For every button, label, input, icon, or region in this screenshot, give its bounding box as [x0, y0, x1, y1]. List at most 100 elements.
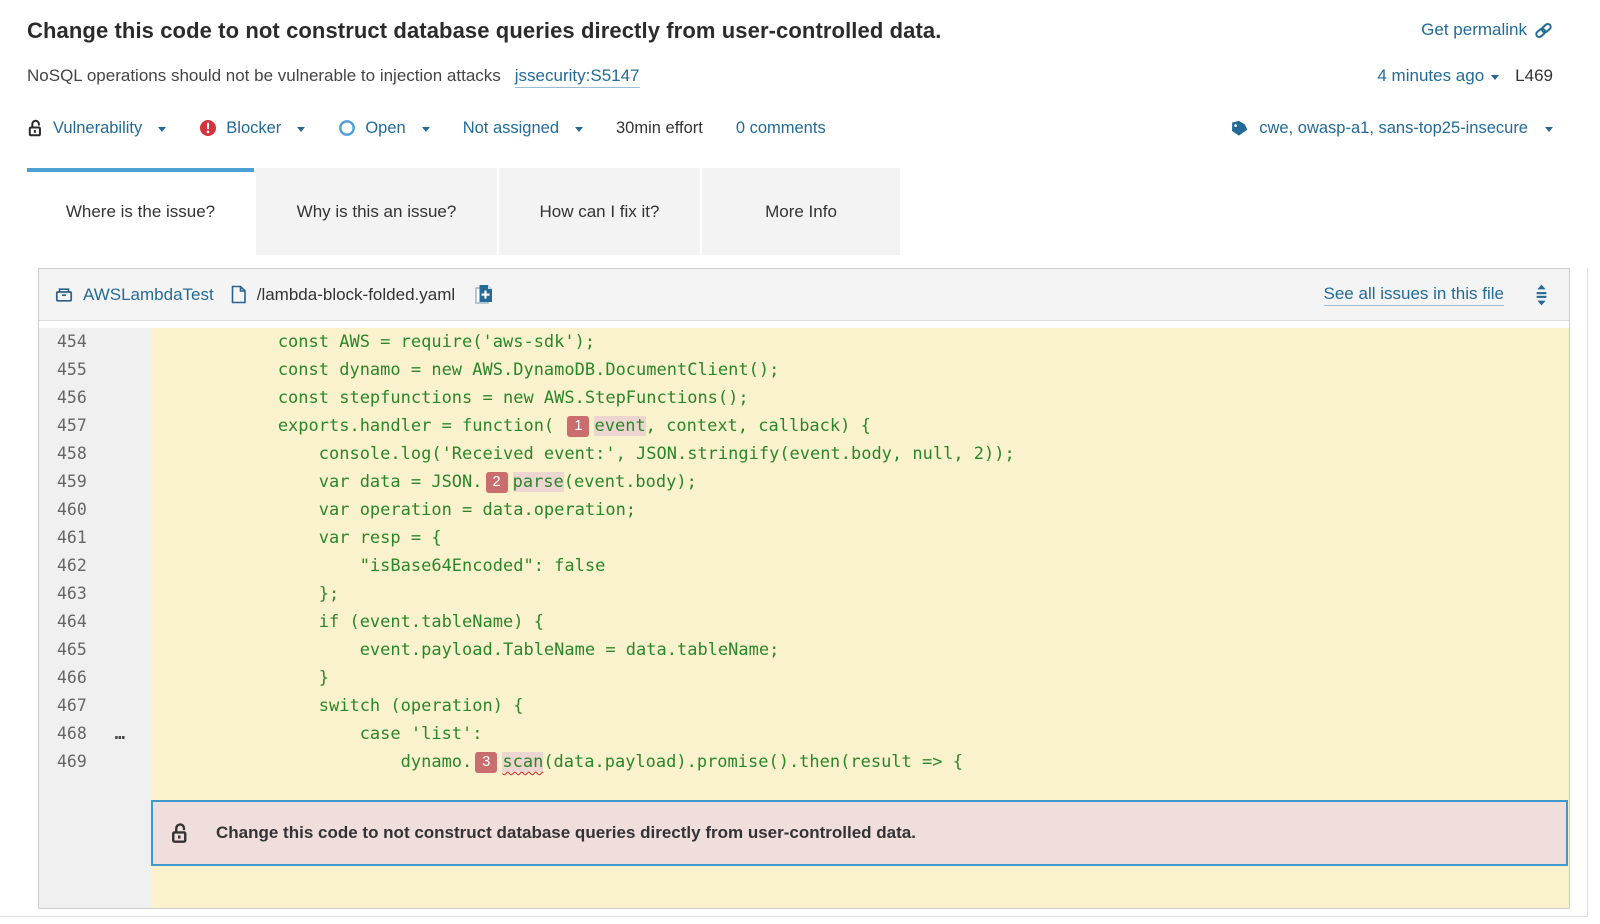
code-content: var resp = { [151, 524, 1569, 552]
code-content: }; [151, 580, 1569, 608]
issue-age-dropdown[interactable]: 4 minutes ago [1377, 66, 1499, 86]
file-path: /lambda-block-folded.yaml [257, 285, 455, 305]
tab-why-is-this-an-issue[interactable]: Why is this an issue? [256, 168, 497, 255]
code-text: dynamo. [155, 752, 472, 772]
line-number[interactable]: 463 [39, 580, 151, 608]
issue-tags-dropdown[interactable]: cwe, owasp-a1, sans-top25-insecure [1230, 119, 1553, 138]
code-viewer: 454 const AWS = require('aws-sdk');455 c… [39, 321, 1569, 908]
chevron-down-icon [158, 127, 166, 136]
code-content: switch (operation) { [151, 692, 1569, 720]
issue-status-dropdown[interactable]: Open [338, 119, 429, 138]
tab-more-info[interactable]: More Info [702, 168, 900, 255]
get-permalink-link[interactable]: Get permalink [1421, 20, 1553, 40]
line-number[interactable]: 461 [39, 524, 151, 552]
file-header-bar: AWSLambdaTest /lambda-block-folded.yaml [39, 269, 1569, 321]
line-number[interactable]: 460 [39, 496, 151, 524]
issue-location-marker[interactable]: 3 [475, 752, 497, 773]
issue-subheader: NoSQL operations should not be vulnerabl… [27, 66, 1553, 88]
line-number[interactable]: 456 [39, 384, 151, 412]
code-content: const dynamo = new AWS.DynamoDB.Document… [151, 356, 1569, 384]
issue-line-reference: L469 [1515, 66, 1553, 86]
issue-message-box[interactable]: Change this code to not construct databa… [151, 800, 1568, 866]
line-number[interactable]: 468… [39, 720, 151, 748]
issue-assignee-label: Not assigned [463, 119, 559, 138]
issue-comments-label: 0 comments [736, 119, 826, 138]
code-tail: Change this code to not construct databa… [39, 776, 1569, 908]
code-line: 460 var operation = data.operation; [39, 496, 1569, 524]
line-number[interactable]: 467 [39, 692, 151, 720]
rule-description: NoSQL operations should not be vulnerabl… [27, 66, 501, 86]
issue-age-label: 4 minutes ago [1377, 66, 1484, 86]
blocker-severity-icon [199, 119, 217, 137]
issue-status-label: Open [365, 119, 405, 138]
line-number[interactable]: 457 [39, 412, 151, 440]
code-text: const stepfunctions = new AWS.StepFuncti… [155, 388, 749, 408]
gutter-tail [39, 776, 151, 908]
vulnerability-lock-icon [170, 822, 190, 844]
rule-key-link[interactable]: jssecurity:S5147 [515, 66, 640, 88]
code-lines: 454 const AWS = require('aws-sdk');455 c… [39, 328, 1569, 776]
code-content: case 'list': [151, 720, 1569, 748]
code-content: var operation = data.operation; [151, 496, 1569, 524]
line-number[interactable]: 469 [39, 748, 151, 776]
code-line: 457 exports.handler = function( 1event, … [39, 412, 1569, 440]
issue-message-text: Change this code to not construct databa… [216, 823, 916, 843]
project-link[interactable]: AWSLambdaTest [83, 285, 214, 305]
issue-type-dropdown[interactable]: Vulnerability [27, 119, 166, 138]
issue-severity-label: Blocker [226, 119, 281, 138]
code-text: case 'list': [155, 724, 483, 744]
code-content: if (event.tableName) { [151, 608, 1569, 636]
line-number[interactable]: 459 [39, 468, 151, 496]
line-number[interactable]: 464 [39, 608, 151, 636]
code-text: (event.body); [564, 472, 697, 492]
code-text: }; [155, 584, 339, 604]
issue-comments-link[interactable]: 0 comments [736, 119, 826, 138]
code-tail-area: Change this code to not construct databa… [151, 776, 1569, 908]
line-number[interactable]: 455 [39, 356, 151, 384]
code-content: console.log('Received event:', JSON.stri… [151, 440, 1569, 468]
issue-location-highlight: parse [513, 472, 564, 492]
code-content: const AWS = require('aws-sdk'); [151, 328, 1569, 356]
chevron-down-icon [422, 127, 430, 136]
issue-location-marker[interactable]: 2 [486, 472, 508, 493]
code-text: console.log('Received event:', JSON.stri… [155, 444, 1015, 464]
project-icon [55, 286, 73, 304]
code-text: } [155, 668, 329, 688]
code-content: dynamo.3scan(data.payload).promise().the… [151, 748, 1569, 776]
issue-meta-bar: Vulnerability Blocker [27, 113, 1553, 143]
line-number[interactable]: 465 [39, 636, 151, 664]
tag-icon [1230, 120, 1249, 137]
issue-severity-dropdown[interactable]: Blocker [199, 119, 305, 138]
code-text: switch (operation) { [155, 696, 523, 716]
line-number[interactable]: 458 [39, 440, 151, 468]
tab-label: Why is this an issue? [297, 202, 457, 222]
code-text: var resp = { [155, 528, 442, 548]
line-number[interactable]: 462 [39, 552, 151, 580]
tab-label: Where is the issue? [66, 202, 215, 222]
issue-location-highlight: event [594, 416, 645, 436]
folded-code-indicator[interactable]: … [115, 720, 125, 748]
issue-assignee-dropdown[interactable]: Not assigned [463, 119, 583, 138]
code-line: 461 var resp = { [39, 524, 1569, 552]
open-status-icon [338, 119, 356, 137]
line-number[interactable]: 454 [39, 328, 151, 356]
code-line: 455 const dynamo = new AWS.DynamoDB.Docu… [39, 356, 1569, 384]
issue-header: Change this code to not construct databa… [27, 18, 1553, 44]
line-number[interactable]: 466 [39, 664, 151, 692]
see-all-issues-link[interactable]: See all issues in this file [1324, 284, 1504, 306]
chevron-down-icon [1545, 127, 1553, 136]
pin-file-icon[interactable] [473, 283, 495, 306]
code-line: 463 }; [39, 580, 1569, 608]
chevron-down-icon [297, 127, 305, 136]
tab-label: More Info [765, 202, 837, 222]
code-snippet-panel: AWSLambdaTest /lambda-block-folded.yaml [38, 268, 1570, 909]
code-content: const stepfunctions = new AWS.StepFuncti… [151, 384, 1569, 412]
tab-where-is-the-issue[interactable]: Where is the issue? [27, 168, 254, 255]
issue-title: Change this code to not construct databa… [27, 18, 941, 44]
code-line: 465 event.payload.TableName = data.table… [39, 636, 1569, 664]
code-line: 454 const AWS = require('aws-sdk'); [39, 328, 1569, 356]
tab-how-can-i-fix-it[interactable]: How can I fix it? [499, 168, 700, 255]
expand-code-icon[interactable] [1532, 284, 1551, 306]
issue-location-marker[interactable]: 1 [567, 416, 589, 437]
code-line: 468… case 'list': [39, 720, 1569, 748]
